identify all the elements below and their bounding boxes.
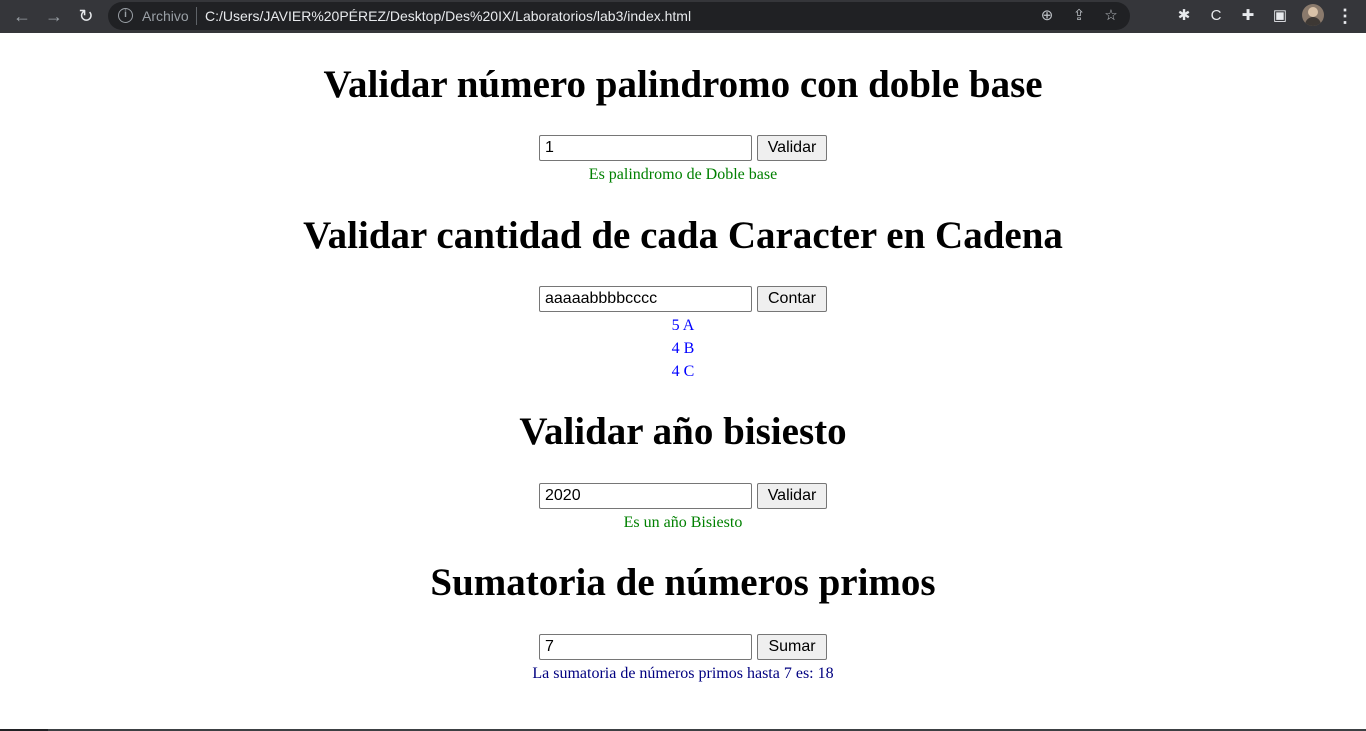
browser-toolbar: ← → ↻ i Archivo C:/Users/JAVIER%20PÉREZ/…: [0, 0, 1366, 33]
address-divider: [196, 7, 197, 25]
page-content: Validar número palindromo con doble base…: [0, 33, 1366, 729]
validar-palindromo-button[interactable]: Validar: [757, 135, 827, 161]
side-panel-icon[interactable]: ▣: [1269, 5, 1291, 27]
forward-icon[interactable]: →: [42, 5, 66, 27]
extension-c-icon[interactable]: C: [1205, 5, 1227, 27]
extension-bug-icon[interactable]: ✱: [1173, 5, 1195, 27]
caracteres-form: Contar: [539, 286, 839, 312]
caracteres-input[interactable]: [539, 286, 752, 312]
primos-result: La sumatoria de números primos hasta 7 e…: [532, 665, 834, 682]
count-result-a: 5 A: [671, 317, 695, 334]
primos-title: Sumatoria de números primos: [430, 561, 936, 604]
bisiesto-title: Validar año bisiesto: [519, 410, 847, 453]
back-icon[interactable]: ←: [10, 5, 34, 27]
profile-avatar[interactable]: [1302, 4, 1324, 26]
anio-input[interactable]: [539, 483, 752, 509]
palindromo-input[interactable]: [539, 135, 752, 161]
zoom-icon[interactable]: ⊕: [1036, 6, 1058, 26]
palindromo-title: Validar número palindromo con doble base: [323, 63, 1043, 106]
contar-button[interactable]: Contar: [757, 286, 827, 312]
caracteres-title: Validar cantidad de cada Caracter en Cad…: [303, 214, 1063, 257]
site-info-icon[interactable]: i: [118, 8, 133, 23]
primos-form: Sumar: [539, 634, 839, 660]
primos-section: Sumatoria de números primos: [0, 561, 1366, 605]
reload-icon[interactable]: ↻: [74, 5, 98, 27]
browser-menu-icon[interactable]: ⋮: [1334, 5, 1356, 27]
palindromo-form: Validar: [539, 135, 839, 161]
validar-anio-button[interactable]: Validar: [757, 483, 827, 509]
address-bar[interactable]: i Archivo C:/Users/JAVIER%20PÉREZ/Deskto…: [108, 2, 1130, 30]
bookmark-star-icon[interactable]: ☆: [1100, 6, 1122, 26]
sumar-button[interactable]: Sumar: [757, 634, 827, 660]
primos-input[interactable]: [539, 634, 752, 660]
caracteres-section: Validar cantidad de cada Caracter en Cad…: [0, 214, 1366, 258]
palindromo-section: Validar número palindromo con doble base: [0, 63, 1366, 107]
share-icon[interactable]: ⇪: [1068, 6, 1090, 26]
count-result-c: 4 C: [671, 363, 695, 380]
bisiesto-section: Validar año bisiesto: [0, 410, 1366, 454]
url-text[interactable]: C:/Users/JAVIER%20PÉREZ/Desktop/Des%20IX…: [205, 8, 691, 24]
extensions-puzzle-icon[interactable]: ✚: [1237, 5, 1259, 27]
bisiesto-result: Es un año Bisiesto: [623, 514, 743, 531]
palindromo-result: Es palindromo de Doble base: [588, 166, 778, 183]
count-result-b: 4 B: [671, 340, 695, 357]
file-chip-label: Archivo: [142, 8, 189, 24]
bisiesto-form: Validar: [539, 483, 839, 509]
